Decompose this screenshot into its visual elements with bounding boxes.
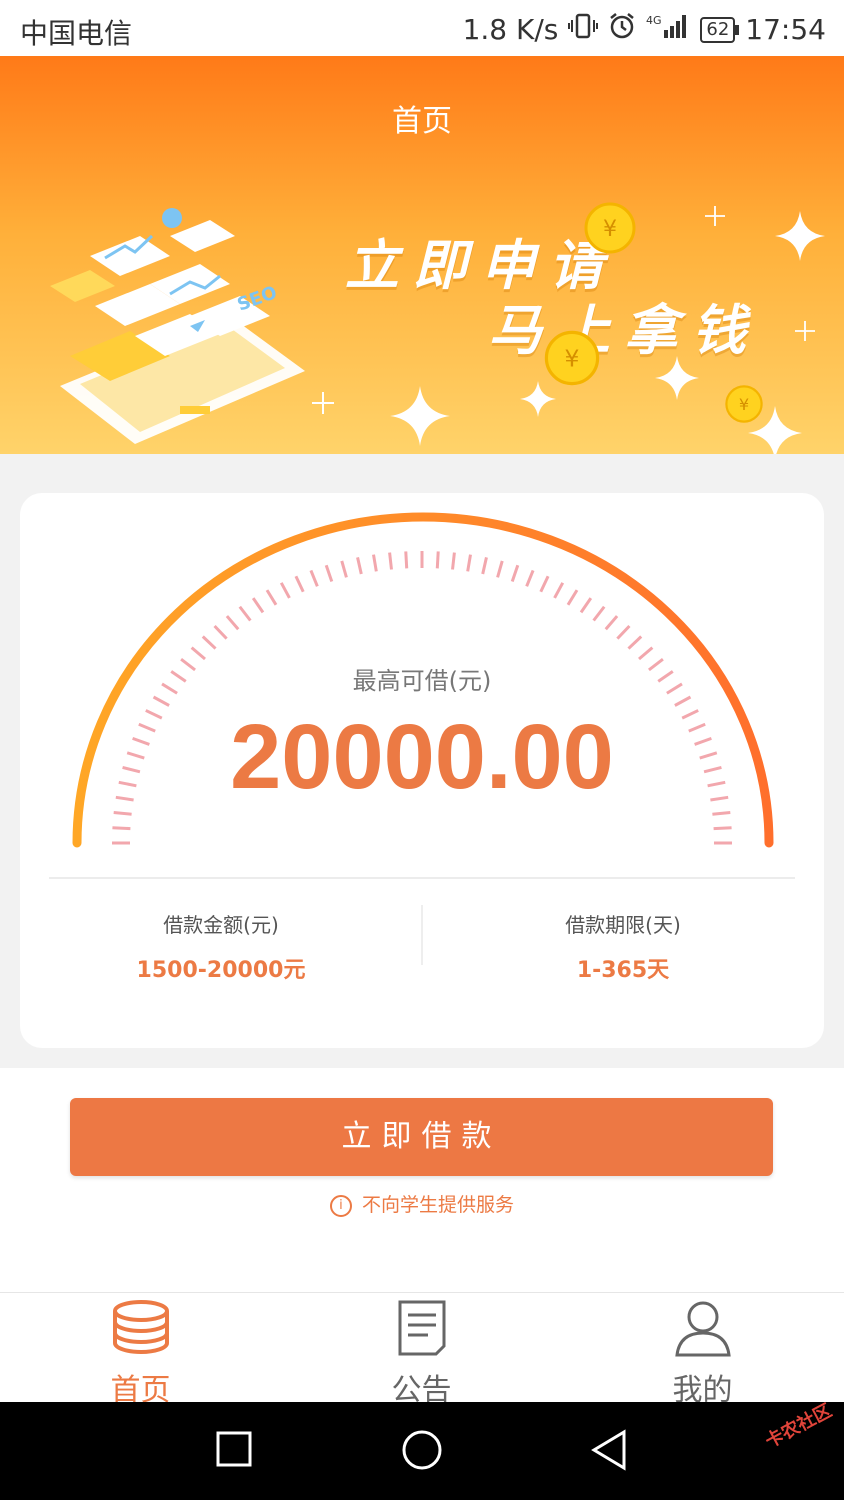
gauge-tick xyxy=(388,552,393,570)
amount-range: 借款金额(元) 1500-20000元 xyxy=(20,909,422,984)
gauge-tick xyxy=(113,810,132,816)
gauge-tick xyxy=(604,615,619,631)
svg-text:¥: ¥ xyxy=(565,345,580,373)
gauge-tick xyxy=(510,564,520,582)
plus-sparkle-icon xyxy=(312,392,334,414)
gauge-tick xyxy=(627,635,643,650)
gauge-tick xyxy=(340,560,348,578)
borrow-now-button[interactable]: 立即借款 xyxy=(70,1098,773,1176)
svg-text:¥: ¥ xyxy=(603,217,617,242)
gauge-tick xyxy=(238,605,252,622)
sparkle-icon xyxy=(748,406,802,454)
promo-banner[interactable]: 首页 SEO 立即申请 马上拿钱 ¥ ¥ ¥ xyxy=(0,56,844,454)
gauge-tick xyxy=(638,646,654,661)
tab-home[interactable]: 首页 xyxy=(0,1293,281,1408)
battery-icon: 62 xyxy=(700,16,740,43)
max-borrow-label: 最高可借(元) xyxy=(352,667,492,695)
term-value: 1-365天 xyxy=(576,958,670,983)
gauge-tick xyxy=(451,552,456,570)
gauge-tick xyxy=(213,624,228,640)
gauge-tick xyxy=(279,582,291,599)
amount-label: 借款金额(元) xyxy=(163,913,279,937)
gauge-tick xyxy=(251,597,265,614)
back-triangle-icon[interactable] xyxy=(588,1428,632,1472)
student-notice: i 不向学生提供服务 xyxy=(0,1190,844,1217)
term-label: 借款期限(天) xyxy=(565,913,681,937)
gauge-tick xyxy=(112,826,131,831)
gauge-tick xyxy=(372,554,378,572)
gauge-tick xyxy=(435,551,440,569)
gauge-tick xyxy=(713,826,732,831)
gauge-tick xyxy=(466,554,472,572)
person-icon xyxy=(674,1301,731,1357)
system-nav-bar xyxy=(0,1402,844,1500)
sparkle-icon xyxy=(655,356,699,400)
clock: 17:54 xyxy=(745,13,826,46)
status-right: 1.8 K/s 4G 62 17:54 xyxy=(463,12,826,47)
coin-icon: ¥ xyxy=(584,202,636,254)
gauge-tick xyxy=(566,589,579,606)
sparkle-icon xyxy=(775,211,825,261)
network-type: 4G xyxy=(646,14,662,27)
gauge-tick xyxy=(294,575,305,593)
finance-illustration: SEO xyxy=(50,208,305,444)
vibrate-icon xyxy=(568,12,599,47)
gauge-tick xyxy=(481,557,488,575)
gauge-tick xyxy=(579,597,593,614)
status-bar: 中国电信 1.8 K/s 4G 62 17:54 xyxy=(0,0,844,56)
gauge-tick xyxy=(190,646,206,661)
plus-sparkle-icon xyxy=(705,206,725,226)
sparkle-icon xyxy=(390,386,450,446)
amount-value: 1500-20000元 xyxy=(136,958,306,983)
student-notice-text: 不向学生提供服务 xyxy=(361,1194,514,1216)
card-divider xyxy=(49,877,795,879)
loan-card: 最高可借(元) 20000.00 借款金额(元) 1500-20000元 借款期… xyxy=(20,493,824,1048)
gauge-tick xyxy=(525,569,535,587)
gauge-tick xyxy=(539,575,550,593)
sparkle-icon xyxy=(520,381,556,417)
gauge-tick xyxy=(496,560,504,578)
plus-sparkle-icon xyxy=(795,321,815,341)
max-borrow-value: 20000.00 xyxy=(230,706,614,808)
slogan-line2: 马上拿钱 xyxy=(488,299,760,362)
alarm-icon xyxy=(608,12,636,47)
gauge-tick xyxy=(225,615,240,631)
tab-announcements[interactable]: 公告 xyxy=(281,1293,562,1408)
term-range: 借款期限(天) 1-365天 xyxy=(422,909,824,984)
gauge-tick xyxy=(616,624,631,640)
gauge-tick xyxy=(712,810,731,816)
gauge-tick xyxy=(592,605,606,622)
document-icon xyxy=(398,1300,445,1356)
gauge-tick xyxy=(309,569,319,587)
page-title: 首页 xyxy=(392,104,452,139)
gauge-tick xyxy=(201,635,217,650)
gauge-tick xyxy=(356,557,363,575)
gauge-tick xyxy=(324,564,334,582)
gauge-tick xyxy=(404,551,409,569)
coins-stack-icon xyxy=(112,1300,169,1355)
carrier-name: 中国电信 xyxy=(20,17,133,50)
signal-icon: 4G xyxy=(646,12,690,47)
gauge-tick xyxy=(553,582,565,599)
info-icon: i xyxy=(329,1194,352,1217)
bottom-tab-bar: 首页 公告 我的 xyxy=(0,1292,844,1408)
home-circle-icon[interactable] xyxy=(400,1428,444,1472)
tab-mine[interactable]: 我的 xyxy=(562,1293,843,1408)
net-speed: 1.8 K/s xyxy=(462,13,559,46)
recents-square-icon[interactable] xyxy=(215,1428,255,1468)
gauge-tick xyxy=(265,589,278,606)
